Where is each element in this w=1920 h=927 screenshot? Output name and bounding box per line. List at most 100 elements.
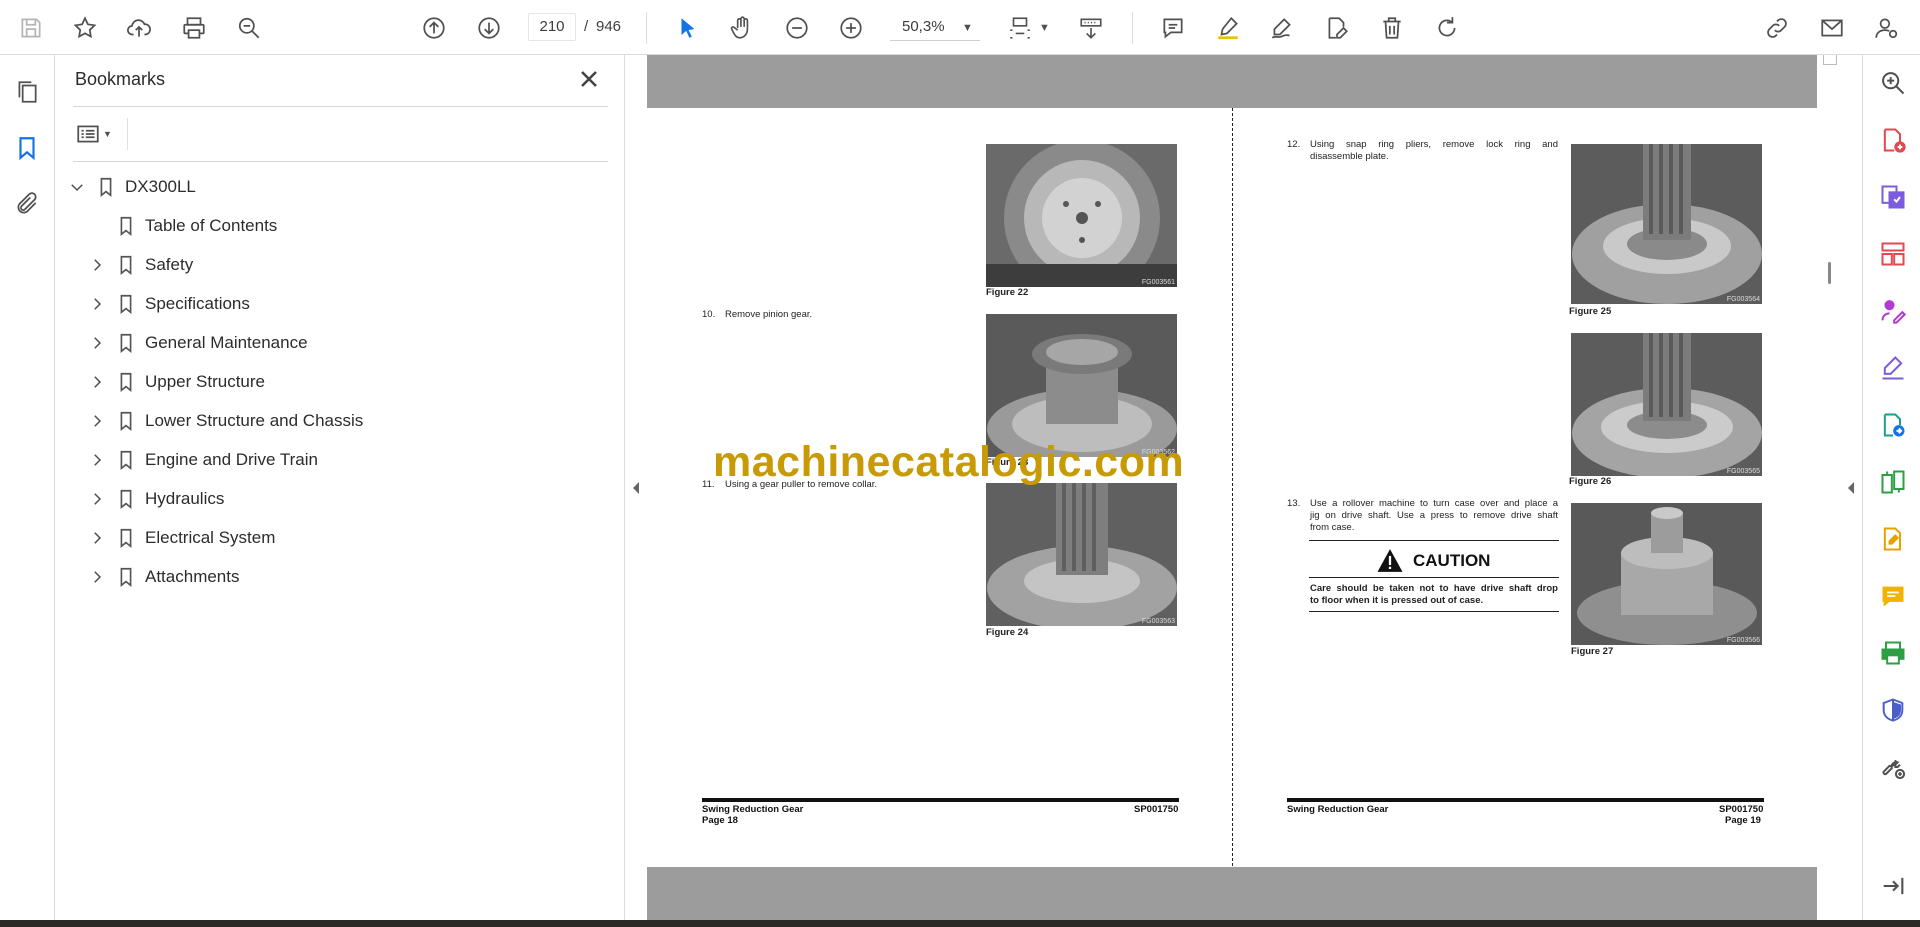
collapse-left-panel-icon[interactable] [631,478,641,498]
figure-id: FG003561 [1141,279,1175,286]
print-icon[interactable] [176,10,212,46]
hand-pan-icon[interactable] [724,10,760,46]
bookmark-safety[interactable]: Safety [87,250,193,280]
bookmark-icon [120,372,132,392]
bookmark-upper-structure[interactable]: Upper Structure [87,367,265,397]
figure-id: FG003566 [1726,637,1760,644]
collapse-rail-icon[interactable] [1877,870,1909,902]
chevron-down-icon[interactable]: ▼ [962,14,973,42]
page-thumbnails-icon[interactable] [10,75,44,109]
export-pdf-icon[interactable] [1877,181,1909,213]
sign-request-icon[interactable] [1877,352,1909,384]
zoom-out-icon[interactable] [779,10,815,46]
edit-text-icon[interactable] [1319,10,1355,46]
footer-page: Page 18 [702,815,738,826]
bookmark-lower-structure[interactable]: Lower Structure and Chassis [87,406,363,436]
bookmark-electrical-system[interactable]: Electrical System [87,523,275,553]
chevron-down-icon[interactable]: ▼ [103,129,112,139]
print-production-icon[interactable] [1877,637,1909,669]
footer-code: SP001750 [1719,804,1764,815]
step-number: 12. [1287,139,1301,150]
chevron-right-icon[interactable] [87,333,107,353]
protect-icon[interactable] [1877,694,1909,726]
page-number-input[interactable]: 210 [528,13,576,41]
chevron-right-icon[interactable] [87,528,107,548]
total-pages: 946 [596,18,622,35]
bookmark-attachments[interactable]: Attachments [87,562,240,592]
vertical-scrollbar[interactable] [1820,55,1842,920]
rotate-icon[interactable] [1429,10,1465,46]
bookmark-specifications[interactable]: Specifications [87,289,250,319]
comment-tool-icon[interactable] [1877,580,1909,612]
chevron-right-icon[interactable] [87,567,107,587]
bookmark-label: Engine and Drive Train [145,450,318,469]
chevron-down-icon[interactable] [67,177,87,197]
upload-cloud-icon[interactable] [121,10,157,46]
bookmark-label: Upper Structure [145,372,265,391]
chevron-right-icon[interactable] [87,489,107,509]
zoom-search-icon[interactable] [231,10,267,46]
step-text: Use a rollover machine to turn case over… [1310,498,1558,509]
chevron-right-icon[interactable] [87,255,107,275]
bookmark-icon [120,450,132,470]
step-text: from case. [1310,522,1355,533]
step-text: Remove pinion gear. [725,309,813,320]
bookmark-options-button[interactable]: ▼ [75,120,121,148]
figure-caption: Figure 25 [1569,306,1612,317]
page-fit-icon[interactable] [1002,10,1038,46]
comment-icon[interactable] [1155,10,1191,46]
prev-page-icon[interactable] [416,10,452,46]
divider [73,161,608,162]
bookmark-label: Safety [145,255,194,274]
collapse-right-panel-icon[interactable] [1846,478,1856,498]
scrollbar-top-cap[interactable] [1823,55,1837,65]
right-tools-rail [1862,55,1920,920]
figure-26-image: FG003565 [1571,333,1762,476]
scan-ocr-icon[interactable] [1877,409,1909,441]
bookmark-general-maintenance[interactable]: General Maintenance [87,328,308,358]
chevron-right-icon[interactable] [87,411,107,431]
bookmark-icon [120,255,132,275]
organize-pages-icon[interactable] [1877,238,1909,270]
fill-sign-icon[interactable] [1877,295,1909,327]
bookmark-icon [120,528,132,548]
step-number: 10. [702,309,716,320]
bookmark-table-of-contents[interactable]: Table of Contents [87,211,277,241]
email-icon[interactable] [1814,10,1850,46]
bookmarks-panel-icon[interactable] [10,131,44,165]
delete-icon[interactable] [1374,10,1410,46]
attachments-icon[interactable] [10,187,44,221]
zoom-in-icon[interactable] [833,10,869,46]
figure-id: FG003565 [1726,468,1760,475]
chevron-right-icon[interactable] [87,450,107,470]
account-icon[interactable] [1868,10,1904,46]
share-link-icon[interactable] [1759,10,1795,46]
scrollbar-thumb[interactable] [1828,262,1831,284]
chevron-down-icon[interactable]: ▼ [1039,14,1050,42]
highlight-icon[interactable] [1210,10,1246,46]
bookmarks-panel: Bookmarks ▼ DX300LL Table of Contents Sa… [55,55,625,920]
figure-25-image: FG003564 [1571,144,1762,304]
bookmark-star-icon[interactable] [67,10,103,46]
close-icon[interactable] [575,65,603,93]
bookmark-root[interactable]: DX300LL [67,172,196,202]
bookmark-hydraulics[interactable]: Hydraulics [87,484,224,514]
chevron-right-icon[interactable] [87,372,107,392]
next-page-icon[interactable] [471,10,507,46]
save-icon[interactable] [13,10,49,46]
footer-title: Swing Reduction Gear [1287,804,1389,815]
create-pdf-icon[interactable] [1877,124,1909,156]
zoom-tool-icon[interactable] [1877,67,1909,99]
bookmark-icon [120,216,132,236]
sign-icon[interactable] [1264,10,1300,46]
scroll-mode-icon[interactable] [1073,10,1109,46]
edit-pdf-icon[interactable] [1877,523,1909,555]
select-cursor-icon[interactable] [670,10,706,46]
chevron-right-icon[interactable] [87,294,107,314]
bookmark-engine-drive-train[interactable]: Engine and Drive Train [87,445,318,475]
compare-icon[interactable] [1877,466,1909,498]
more-tools-icon[interactable] [1877,751,1909,783]
caution-title: CAUTION [1413,550,1491,570]
footer-code: SP001750 [1134,804,1179,815]
bookmark-label: Electrical System [145,528,276,547]
